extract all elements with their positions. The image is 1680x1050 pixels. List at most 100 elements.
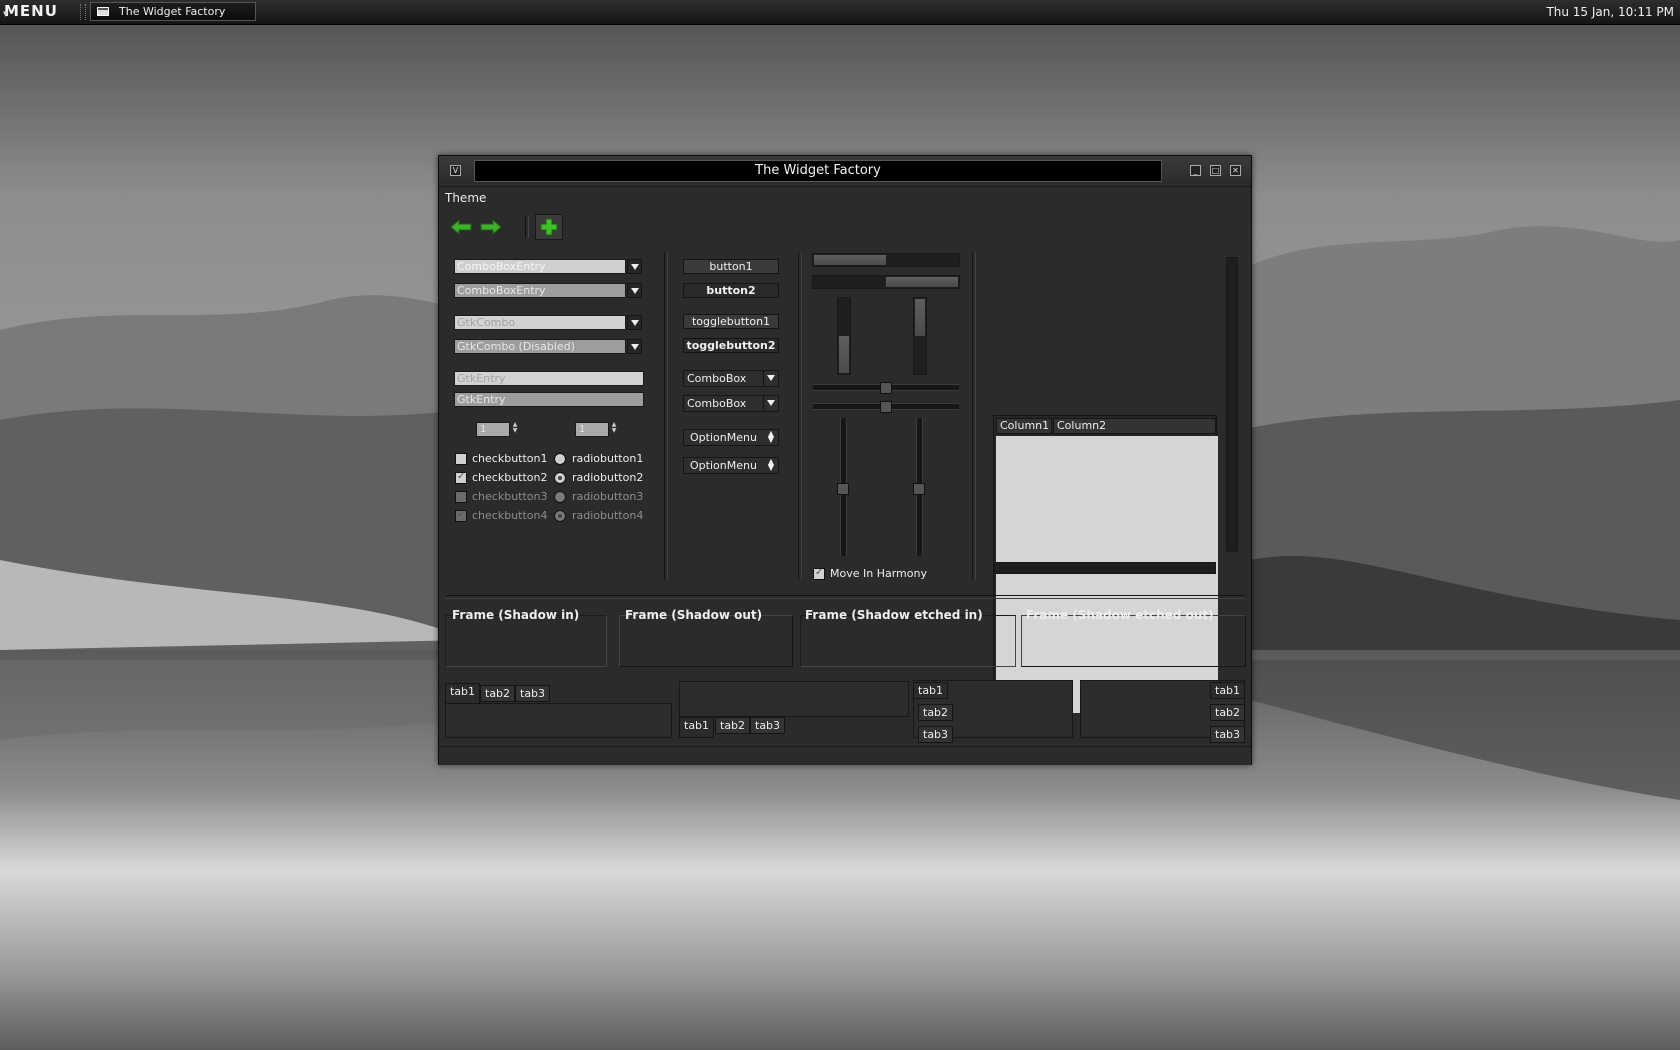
optionmenu-2-label: OptionMenu	[690, 459, 757, 472]
spinbutton-1-arrows-icon[interactable]: ▲ ▼	[511, 422, 519, 437]
notebook-bottom	[679, 681, 909, 717]
close-icon[interactable]: ✕	[1230, 165, 1241, 176]
column2-header[interactable]: Column2	[1053, 418, 1216, 434]
taskbar-window-title: The Widget Factory	[119, 5, 226, 18]
radiobutton2-label[interactable]: radiobutton2	[572, 471, 643, 484]
toolbar-separator	[525, 216, 529, 238]
hscale-2-handle[interactable]	[880, 401, 892, 413]
progressbar-h2-fill	[886, 277, 958, 287]
spinbutton-2[interactable]: 1	[575, 422, 609, 437]
button1[interactable]: button1	[683, 259, 779, 274]
frame-shadow-etched-in	[800, 615, 1016, 667]
progressbar-v2-fill	[915, 299, 925, 336]
togglebutton2[interactable]: togglebutton2	[683, 338, 779, 353]
top-panel: MENU ▼ The Widget Factory Thu 15 Jan, 10…	[0, 0, 1680, 25]
frame-shadow-etched-out-label: Frame (Shadow etched out)	[1026, 608, 1214, 622]
menubar: Theme	[445, 191, 486, 205]
gtkentry-1[interactable]: GtkEntry	[454, 371, 644, 386]
combobox-1-label: ComboBox	[687, 372, 747, 385]
chevron-down-icon	[763, 396, 778, 411]
window-menu-icon[interactable]: V	[450, 165, 461, 176]
menu-theme[interactable]: Theme	[445, 191, 486, 205]
radiobutton2-circle[interactable]	[554, 472, 566, 484]
checkbutton3-label: checkbutton3	[472, 490, 548, 503]
tree-vscrollbar[interactable]	[1226, 257, 1238, 552]
radiobutton1-circle[interactable]	[554, 453, 566, 465]
vscale-1-handle[interactable]	[837, 483, 849, 495]
main-menu-button[interactable]: MENU ▼	[2, 1, 64, 23]
comboboxentry-2-dropdown[interactable]	[627, 283, 642, 298]
gtkentry-2[interactable]: GtkEntry	[454, 392, 644, 407]
notebook-right-tab2[interactable]: tab2	[1210, 704, 1246, 721]
gtkcombo-disabled: GtkCombo (Disabled)	[454, 339, 626, 354]
progressbar-v2	[913, 297, 927, 375]
hscale-1-handle[interactable]	[880, 382, 892, 394]
taskbar-window-button[interactable]: The Widget Factory	[90, 2, 256, 21]
spinbutton-2-arrows-icon[interactable]: ▲ ▼	[610, 422, 618, 437]
gtkcombo-disabled-dropdown	[627, 339, 642, 354]
notebook-bottom-tab1[interactable]: tab1	[679, 717, 715, 738]
move-in-harmony-label[interactable]: Move In Harmony	[830, 567, 927, 580]
checkbutton2-label[interactable]: checkbutton2	[472, 471, 548, 484]
notebook-top-tab3[interactable]: tab3	[515, 685, 551, 702]
progressbar-h2	[812, 275, 960, 289]
forward-button[interactable]	[477, 214, 505, 240]
notebook-bottom-tab3[interactable]: tab3	[750, 717, 786, 734]
gtkcombo-1-dropdown[interactable]	[627, 315, 642, 330]
window-title: The Widget Factory	[474, 160, 1162, 182]
maximize-icon[interactable]: □	[1210, 165, 1221, 176]
minimize-icon[interactable]: _	[1190, 165, 1201, 176]
combobox-2[interactable]: ComboBox	[683, 395, 779, 412]
frame-shadow-etched-in-label: Frame (Shadow etched in)	[805, 608, 983, 622]
button2[interactable]: button2	[683, 283, 779, 298]
tree-view-body[interactable]	[996, 436, 1218, 713]
menu-label: MENU	[4, 2, 58, 20]
notebook-left-tab1[interactable]: tab1	[913, 682, 949, 699]
radiobutton1-label[interactable]: radiobutton1	[572, 452, 643, 465]
notebook-left-tab2[interactable]: tab2	[918, 704, 954, 721]
progressbar-h1	[812, 253, 960, 267]
optionmenu-1-label: OptionMenu	[690, 431, 757, 444]
comboboxentry-2[interactable]: ComboBoxEntry	[454, 283, 626, 298]
notebook-left-tab3[interactable]: tab3	[918, 726, 954, 743]
panel-clock[interactable]: Thu 15 Jan, 10:11 PM	[1546, 0, 1674, 24]
plus-icon	[540, 218, 558, 236]
window-icon	[97, 7, 109, 16]
vscale-2-handle[interactable]	[913, 483, 925, 495]
back-button[interactable]	[447, 214, 475, 240]
optionmenu-2[interactable]: OptionMenu ▲ ▼	[683, 457, 779, 474]
add-button[interactable]	[535, 214, 563, 240]
notebook-right-tab1[interactable]: tab1	[1210, 682, 1246, 699]
comboboxentry-1-dropdown[interactable]	[627, 259, 642, 274]
checkbutton2-box[interactable]	[455, 471, 467, 484]
gtkcombo-1[interactable]: GtkCombo	[454, 315, 626, 330]
togglebutton1[interactable]: togglebutton1	[683, 314, 779, 329]
optionmenu-1[interactable]: OptionMenu ▲ ▼	[683, 429, 779, 446]
comboboxentry-1[interactable]: ComboBoxEntry	[454, 259, 626, 274]
arrow-left-icon	[450, 218, 472, 236]
frame-shadow-etched-out	[1021, 615, 1246, 667]
updown-arrows-icon: ▲ ▼	[767, 429, 774, 444]
checkbutton3-box	[455, 491, 467, 503]
notebook-bottom-tab2[interactable]: tab2	[715, 717, 751, 734]
move-in-harmony-box[interactable]	[813, 567, 825, 580]
combobox-1[interactable]: ComboBox	[683, 370, 779, 387]
column-separator-1	[664, 252, 668, 580]
statusbar	[439, 746, 1251, 765]
checkbutton4-box	[455, 509, 467, 522]
section-separator	[446, 595, 1245, 599]
checkbutton1-box[interactable]	[455, 453, 467, 465]
checkbutton1-label[interactable]: checkbutton1	[472, 452, 548, 465]
notebook-top-tab1[interactable]: tab1	[445, 683, 481, 704]
window-titlebar[interactable]: V The Widget Factory _ □ ✕	[439, 156, 1251, 187]
widget-factory-window: V The Widget Factory _ □ ✕ Theme ComboBo…	[438, 155, 1252, 765]
chevron-down-icon	[763, 371, 778, 386]
progressbar-h1-fill	[814, 255, 886, 265]
spinbutton-1[interactable]: 1	[476, 422, 510, 437]
radiobutton3-label: radiobutton3	[572, 490, 644, 503]
notebook-right-tab3[interactable]: tab3	[1210, 726, 1246, 743]
notebook-top-tab2[interactable]: tab2	[480, 685, 516, 702]
notebook-top	[445, 703, 672, 738]
tree-hscrollbar[interactable]	[994, 562, 1216, 574]
column1-header[interactable]: Column1	[996, 418, 1052, 434]
